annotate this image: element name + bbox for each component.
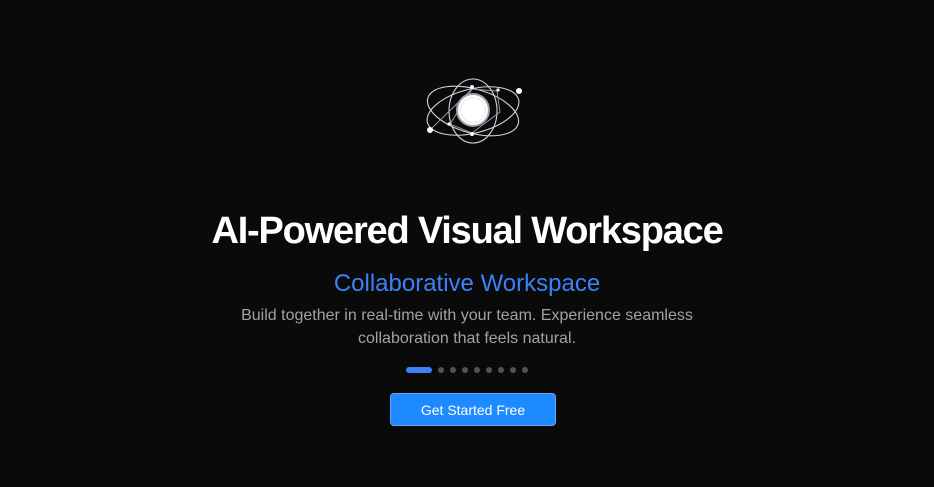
slide-description: Build together in real-time with your te… — [241, 307, 693, 347]
carousel-dot[interactable] — [510, 367, 516, 373]
slide-subtitle: Collaborative Workspace — [333, 270, 601, 297]
carousel-dot-active[interactable] — [406, 367, 432, 373]
get-started-button[interactable]: Get Started Free — [390, 393, 556, 426]
carousel-pagination — [0, 366, 934, 374]
hero-section: AI-Powered Visual Workspace Collaborativ… — [0, 0, 934, 487]
carousel-dot[interactable] — [474, 367, 480, 373]
orbit-atom-icon — [426, 78, 522, 144]
carousel-dot[interactable] — [498, 367, 504, 373]
carousel-dot[interactable] — [522, 367, 528, 373]
carousel-dot[interactable] — [462, 367, 468, 373]
page-title: AI-Powered Visual Workspace — [211, 210, 723, 252]
carousel-dot[interactable] — [486, 367, 492, 373]
carousel-dot[interactable] — [438, 367, 444, 373]
carousel-dot[interactable] — [450, 367, 456, 373]
